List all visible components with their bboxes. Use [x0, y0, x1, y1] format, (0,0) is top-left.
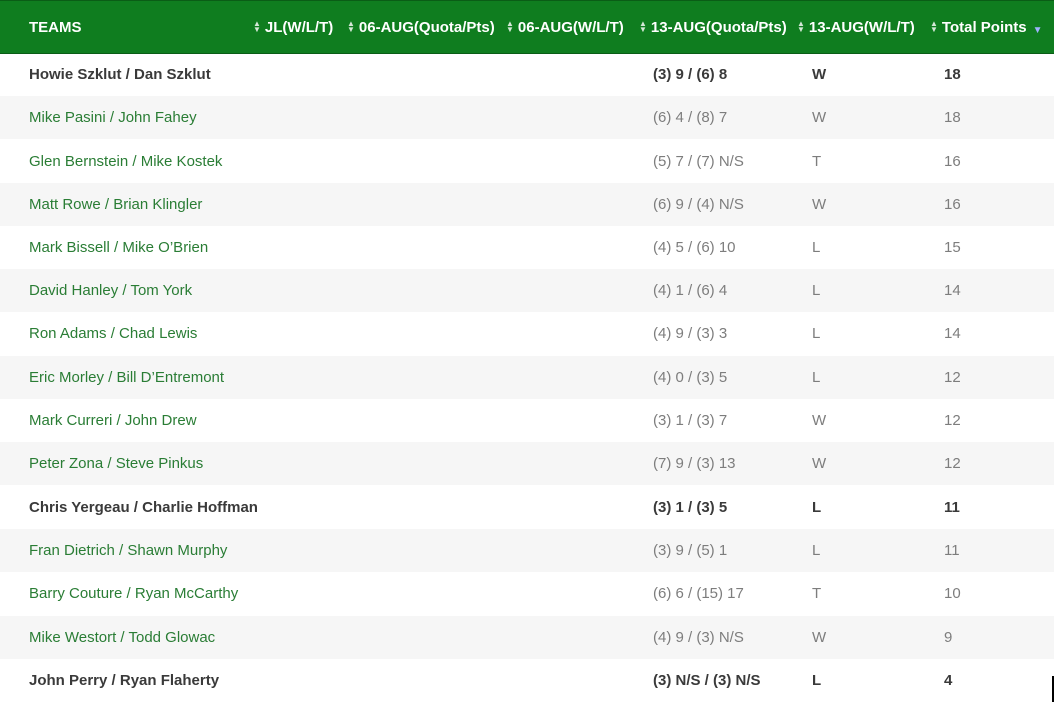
result-13aug: L — [812, 369, 821, 386]
result-13aug: L — [812, 239, 821, 256]
total-points: 18 — [944, 109, 961, 126]
team-name-link[interactable]: Mike Westort / Todd Glowac — [29, 616, 215, 659]
team-name-link[interactable]: Mark Curreri / John Drew — [29, 399, 197, 442]
table-row: David Hanley / Tom York (4) 1 / (6) 4 L 14 — [0, 269, 1054, 312]
column-header-13aug-quota[interactable]: ▲ ▼ 13-AUG(Quota/Pts) — [639, 1, 787, 53]
table-row: Ron Adams / Chad Lewis (4) 9 / (3) 3 L 14 — [0, 312, 1054, 355]
table-row: Barry Couture / Ryan McCarthy (6) 6 / (15… — [0, 572, 1054, 615]
column-header-teams[interactable]: TEAMS — [29, 1, 82, 53]
sort-icon: ▲ ▼ — [639, 19, 647, 34]
table-row: Mark Curreri / John Drew (3) 1 / (3) 7 W 12 — [0, 399, 1054, 442]
column-label: JL(W/L/T) — [264, 18, 334, 36]
column-label: 13-AUG(Quota/Pts) — [650, 18, 787, 36]
column-header-total-points[interactable]: ▲ ▼ Total Points ▼ — [930, 1, 1043, 53]
column-label: TEAMS — [29, 18, 82, 36]
result-13aug: L — [812, 672, 822, 689]
total-points: 16 — [944, 196, 961, 213]
total-points: 10 — [944, 585, 961, 602]
table-row: Eric Morley / Bill D’Entremont (4) 0 / (3… — [0, 356, 1054, 399]
quota-pts-13aug: (3) 1 / (3) 5 — [653, 499, 728, 516]
column-header-06aug-quota[interactable]: ▲ ▼ 06-AUG(Quota/Pts) — [347, 1, 495, 53]
result-13aug: T — [812, 585, 822, 602]
table-row: Matt Rowe / Brian Klingler (6) 9 / (4) N/… — [0, 183, 1054, 226]
quota-pts-13aug: (3) 9 / (6) 8 — [653, 66, 728, 83]
table-row: Howie Szklut / Dan Szklut (3) 9 / (6) 8 W 1… — [0, 53, 1054, 96]
team-name-link[interactable]: Barry Couture / Ryan McCarthy — [29, 572, 238, 615]
table-row: Fran Dietrich / Shawn Murphy (3) 9 / (5) … — [0, 529, 1054, 572]
team-name-link[interactable]: John Perry / Ryan Flaherty — [29, 659, 219, 702]
result-13aug: W — [812, 629, 827, 646]
quota-pts-13aug: (7) 9 / (3) 13 — [653, 455, 736, 472]
result-13aug: L — [812, 542, 821, 559]
quota-pts-13aug: (6) 4 / (8) 7 — [653, 109, 728, 126]
total-points: 11 — [944, 499, 960, 516]
team-name-link[interactable]: Howie Szklut / Dan Szklut — [29, 53, 211, 96]
column-header-jl[interactable]: ▲ ▼ JL(W/L/T) — [253, 1, 333, 53]
result-13aug: W — [812, 66, 827, 83]
quota-pts-13aug: (3) 9 / (5) 1 — [653, 542, 728, 559]
team-name-link[interactable]: Fran Dietrich / Shawn Murphy — [29, 529, 227, 572]
column-header-13aug-wlt[interactable]: ▲ ▼ 13-AUG(W/L/T) — [797, 1, 915, 53]
total-points: 12 — [944, 369, 961, 386]
total-points: 14 — [944, 282, 961, 299]
result-13aug: W — [812, 196, 827, 213]
total-points: 4 — [944, 672, 953, 689]
sort-descending-icon: ▼ — [1032, 24, 1043, 36]
table-row: John Perry / Ryan Flaherty (3) N/S / (3) … — [0, 659, 1054, 702]
sort-icon: ▲ ▼ — [930, 19, 938, 34]
quota-pts-13aug: (5) 7 / (7) N/S — [653, 153, 744, 170]
team-name-link[interactable]: Mark Bissell / Mike O’Brien — [29, 226, 208, 269]
quota-pts-13aug: (4) 1 / (6) 4 — [653, 282, 728, 299]
quota-pts-13aug: (4) 5 / (6) 10 — [653, 239, 736, 256]
column-label: 13-AUG(W/L/T) — [808, 18, 915, 36]
table-header: TEAMS ▲ ▼ JL(W/L/T) ▲ ▼ 06-AUG(Quota/Pts) … — [0, 0, 1054, 54]
column-label: 06-AUG(W/L/T) — [517, 18, 624, 36]
result-13aug: T — [812, 153, 822, 170]
total-points: 12 — [944, 412, 961, 429]
total-points: 15 — [944, 239, 961, 256]
sort-icon: ▲ ▼ — [506, 19, 514, 34]
quota-pts-13aug: (4) 9 / (3) N/S — [653, 629, 744, 646]
table-row: Mike Pasini / John Fahey (6) 4 / (8) 7 W 18 — [0, 96, 1054, 139]
quota-pts-13aug: (6) 6 / (15) 17 — [653, 585, 744, 602]
sort-icon: ▲ ▼ — [797, 19, 805, 34]
column-header-06aug-wlt[interactable]: ▲ ▼ 06-AUG(W/L/T) — [506, 1, 624, 53]
column-label: Total Points — [941, 18, 1027, 36]
quota-pts-13aug: (3) 1 / (3) 7 — [653, 412, 728, 429]
team-name-link[interactable]: Peter Zona / Steve Pinkus — [29, 442, 203, 485]
result-13aug: W — [812, 455, 827, 472]
team-name-link[interactable]: Glen Bernstein / Mike Kostek — [29, 140, 222, 183]
team-name-link[interactable]: Mike Pasini / John Fahey — [29, 96, 197, 139]
total-points: 14 — [944, 325, 961, 342]
result-13aug: L — [812, 499, 822, 516]
column-label: 06-AUG(Quota/Pts) — [358, 18, 495, 36]
total-points: 18 — [944, 66, 961, 83]
quota-pts-13aug: (4) 9 / (3) 3 — [653, 325, 728, 342]
result-13aug: W — [812, 109, 827, 126]
total-points: 11 — [944, 542, 960, 559]
total-points: 12 — [944, 455, 961, 472]
quota-pts-13aug: (3) N/S / (3) N/S — [653, 672, 761, 689]
result-13aug: W — [812, 412, 827, 429]
table-row: Mark Bissell / Mike O’Brien (4) 5 / (6) 1… — [0, 226, 1054, 269]
standings-table: TEAMS ▲ ▼ JL(W/L/T) ▲ ▼ 06-AUG(Quota/Pts) … — [0, 0, 1054, 702]
team-name-link[interactable]: Matt Rowe / Brian Klingler — [29, 183, 202, 226]
table-row: Mike Westort / Todd Glowac (4) 9 / (3) N/… — [0, 616, 1054, 659]
team-name-link[interactable]: Chris Yergeau / Charlie Hoffman — [29, 486, 258, 529]
result-13aug: L — [812, 325, 821, 342]
team-name-link[interactable]: Eric Morley / Bill D’Entremont — [29, 356, 224, 399]
sort-icon: ▲ ▼ — [253, 19, 261, 34]
total-points: 16 — [944, 153, 961, 170]
total-points: 9 — [944, 629, 953, 646]
sort-icon: ▲ ▼ — [347, 19, 355, 34]
team-name-link[interactable]: David Hanley / Tom York — [29, 269, 192, 312]
result-13aug: L — [812, 282, 821, 299]
table-row: Chris Yergeau / Charlie Hoffman (3) 1 / (… — [0, 486, 1054, 529]
table-row: Glen Bernstein / Mike Kostek (5) 7 / (7) … — [0, 140, 1054, 183]
table-row: Peter Zona / Steve Pinkus (7) 9 / (3) 13 W… — [0, 442, 1054, 485]
quota-pts-13aug: (6) 9 / (4) N/S — [653, 196, 744, 213]
quota-pts-13aug: (4) 0 / (3) 5 — [653, 369, 728, 386]
team-name-link[interactable]: Ron Adams / Chad Lewis — [29, 312, 197, 355]
